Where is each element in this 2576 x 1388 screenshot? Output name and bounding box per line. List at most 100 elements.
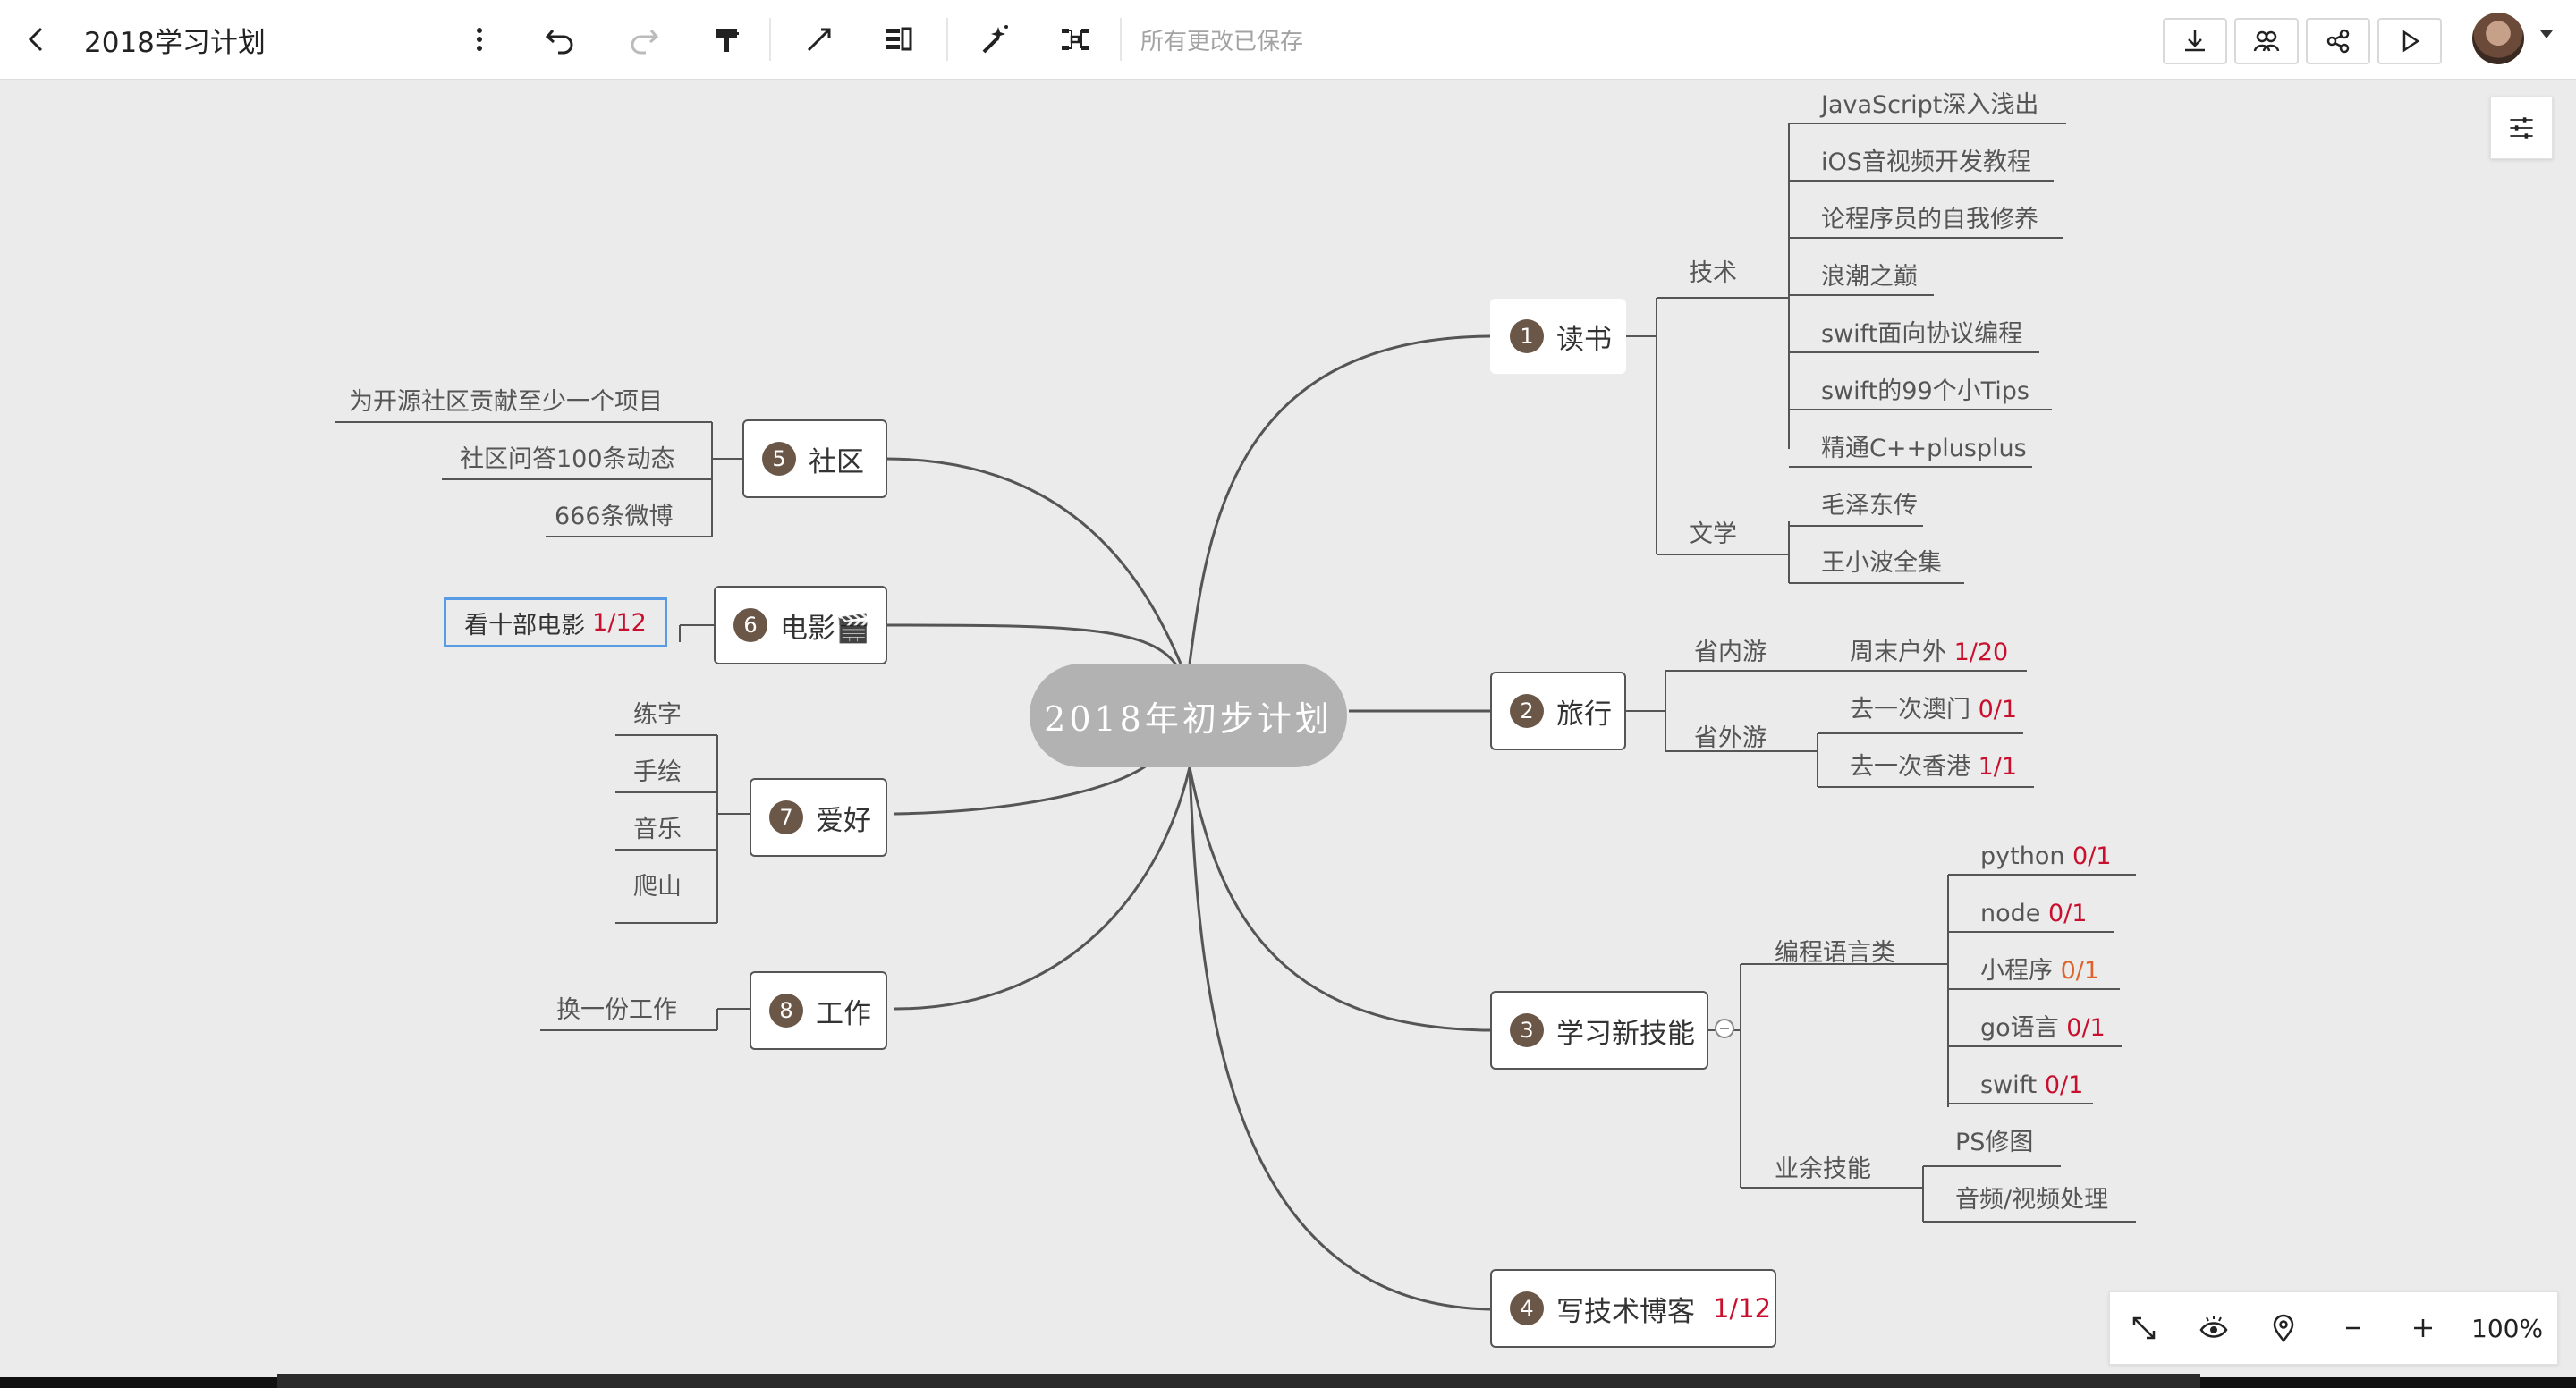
language-item[interactable]: 小程序 0/1 — [1980, 953, 2099, 989]
collaborate-icon — [2253, 30, 2280, 52]
undo-icon[interactable] — [535, 14, 585, 64]
language-progress: 0/1 — [2072, 842, 2112, 870]
subtopic-literature[interactable]: 文学 — [1689, 517, 1737, 553]
magic-wand-icon[interactable] — [970, 14, 1020, 64]
mind-map-canvas[interactable]: 2018年初步计划 1 读书 2 旅行 3 学习新技能 4 写技术博客 1/12… — [0, 79, 2576, 1377]
more-vertical-icon[interactable] — [454, 14, 504, 64]
book-item[interactable]: iOS音视频开发教程 — [1821, 145, 2031, 181]
redo-icon[interactable] — [619, 14, 669, 64]
book-item[interactable]: 论程序员的自我修养 — [1821, 202, 2038, 238]
subtopic-out-province[interactable]: 省外游 — [1694, 721, 1767, 757]
save-status: 所有更改已保存 — [1140, 28, 1304, 55]
topic-reading[interactable]: 1 读书 — [1490, 299, 1626, 374]
spare-skill-item[interactable]: 音频/视频处理 — [1955, 1182, 2108, 1218]
community-item[interactable]: 666条微博 — [555, 499, 674, 535]
structure-icon[interactable] — [1050, 14, 1100, 64]
hobby-item[interactable]: 爬山 — [633, 869, 682, 905]
root-topic[interactable]: 2018年初步计划 — [1030, 664, 1347, 767]
language-label: python — [1980, 842, 2073, 870]
hobby-item[interactable]: 练字 — [633, 698, 682, 733]
eye-icon[interactable] — [2190, 1305, 2237, 1351]
outline-icon[interactable] — [873, 14, 923, 64]
topic-hobbies[interactable]: 7 爱好 — [750, 778, 887, 857]
present-button[interactable] — [2377, 18, 2442, 64]
topic-movies[interactable]: 6 电影🎬 — [714, 586, 887, 664]
book-item[interactable]: swift的99个小Tips — [1821, 374, 2029, 410]
language-progress: 0/1 — [2047, 900, 2088, 927]
language-label: swift — [1980, 1071, 2045, 1099]
book-item[interactable]: 浪潮之巅 — [1821, 259, 1918, 295]
collaborate-button[interactable] — [2234, 18, 2299, 64]
spare-skill-item[interactable]: PS修图 — [1955, 1125, 2033, 1161]
movie-item-selected[interactable]: 看十部电影 1/12 — [444, 597, 667, 647]
travel-item-label: 周末户外 — [1850, 639, 1946, 666]
language-item[interactable]: python 0/1 — [1980, 839, 2111, 875]
download-button[interactable] — [2163, 18, 2227, 64]
connector-icon[interactable] — [794, 14, 844, 64]
travel-item-label: 去一次澳门 — [1850, 696, 1970, 724]
topic-label: 工作 — [816, 997, 871, 1030]
book-item[interactable]: 王小波全集 — [1821, 546, 1942, 581]
language-label: 小程序 — [1980, 957, 2061, 985]
topic-progress: 1/12 — [1713, 1293, 1772, 1324]
collapse-toggle[interactable] — [1715, 1019, 1734, 1038]
topic-travel[interactable]: 2 旅行 — [1490, 672, 1626, 750]
hobby-item[interactable]: 音乐 — [633, 812, 682, 848]
book-item[interactable]: 精通C++plusplus — [1821, 431, 2027, 467]
travel-item-progress: 1/1 — [1978, 753, 2018, 781]
travel-item-progress: 1/20 — [1953, 639, 2009, 666]
language-item[interactable]: go语言 0/1 — [1980, 1011, 2106, 1046]
work-item[interactable]: 换一份工作 — [556, 993, 677, 1028]
download-icon — [2185, 30, 2205, 52]
zoom-in-icon[interactable] — [2400, 1305, 2446, 1351]
subtopic-spare-skills[interactable]: 业余技能 — [1775, 1152, 1871, 1188]
topic-number: 3 — [1510, 1013, 1544, 1047]
subtopic-in-province[interactable]: 省内游 — [1694, 635, 1767, 671]
book-item[interactable]: JavaScript深入浅出 — [1821, 88, 2038, 123]
travel-item[interactable]: 去一次澳门 0/1 — [1850, 692, 2017, 728]
language-progress: 0/1 — [2066, 1014, 2106, 1042]
share-icon — [2326, 29, 2350, 54]
topic-new-skills[interactable]: 3 学习新技能 — [1490, 991, 1708, 1070]
topic-label: 学习新技能 — [1556, 1017, 1695, 1050]
subtopic-programming-languages[interactable]: 编程语言类 — [1775, 935, 1895, 971]
fit-icon[interactable] — [2121, 1305, 2167, 1351]
back-icon[interactable] — [13, 14, 63, 64]
topic-label: 爱好 — [816, 804, 871, 837]
movie-item-label: 看十部电影 — [464, 611, 586, 639]
hobby-item[interactable]: 手绘 — [633, 755, 682, 791]
topic-label: 电影🎬 — [780, 612, 870, 645]
avatar[interactable] — [2472, 13, 2524, 64]
present-icon — [2402, 30, 2420, 53]
topic-tech-blog[interactable]: 4 写技术博客 1/12 — [1490, 1269, 1776, 1348]
zoom-out-icon[interactable] — [2330, 1305, 2377, 1351]
chevron-down-icon[interactable] — [2540, 30, 2553, 38]
topic-community[interactable]: 5 社区 — [742, 419, 887, 498]
travel-item[interactable]: 去一次香港 1/1 — [1850, 749, 2017, 785]
language-label: go语言 — [1980, 1014, 2067, 1042]
share-button[interactable] — [2306, 18, 2370, 64]
zoom-level[interactable]: 100% — [2471, 1308, 2543, 1348]
toolbar: 2018学习计划 所有更改已保存 — [0, 0, 2576, 80]
topic-number: 8 — [769, 994, 803, 1028]
locate-icon[interactable] — [2260, 1305, 2307, 1351]
language-label: node — [1980, 900, 2048, 927]
topic-number: 6 — [733, 608, 767, 642]
format-painter-icon[interactable] — [701, 14, 751, 64]
book-item[interactable]: swift面向协议编程 — [1821, 317, 2022, 352]
language-item[interactable]: node 0/1 — [1980, 896, 2087, 932]
language-progress: 0/1 — [2044, 1071, 2084, 1099]
language-item[interactable]: swift 0/1 — [1980, 1068, 2083, 1104]
toolbar-divider — [769, 18, 771, 61]
topic-number: 5 — [762, 442, 796, 476]
document-title[interactable]: 2018学习计划 — [84, 18, 266, 61]
topic-label: 旅行 — [1556, 698, 1612, 731]
book-item[interactable]: 毛泽东传 — [1821, 488, 1918, 524]
community-item[interactable]: 为开源社区贡献至少一个项目 — [349, 385, 663, 420]
subtopic-tech[interactable]: 技术 — [1689, 256, 1737, 292]
topic-work[interactable]: 8 工作 — [750, 971, 887, 1050]
topic-label: 社区 — [809, 445, 864, 478]
community-item[interactable]: 社区问答100条动态 — [460, 442, 675, 478]
toolbar-divider — [946, 18, 948, 61]
travel-item[interactable]: 周末户外 1/20 — [1850, 635, 2008, 671]
